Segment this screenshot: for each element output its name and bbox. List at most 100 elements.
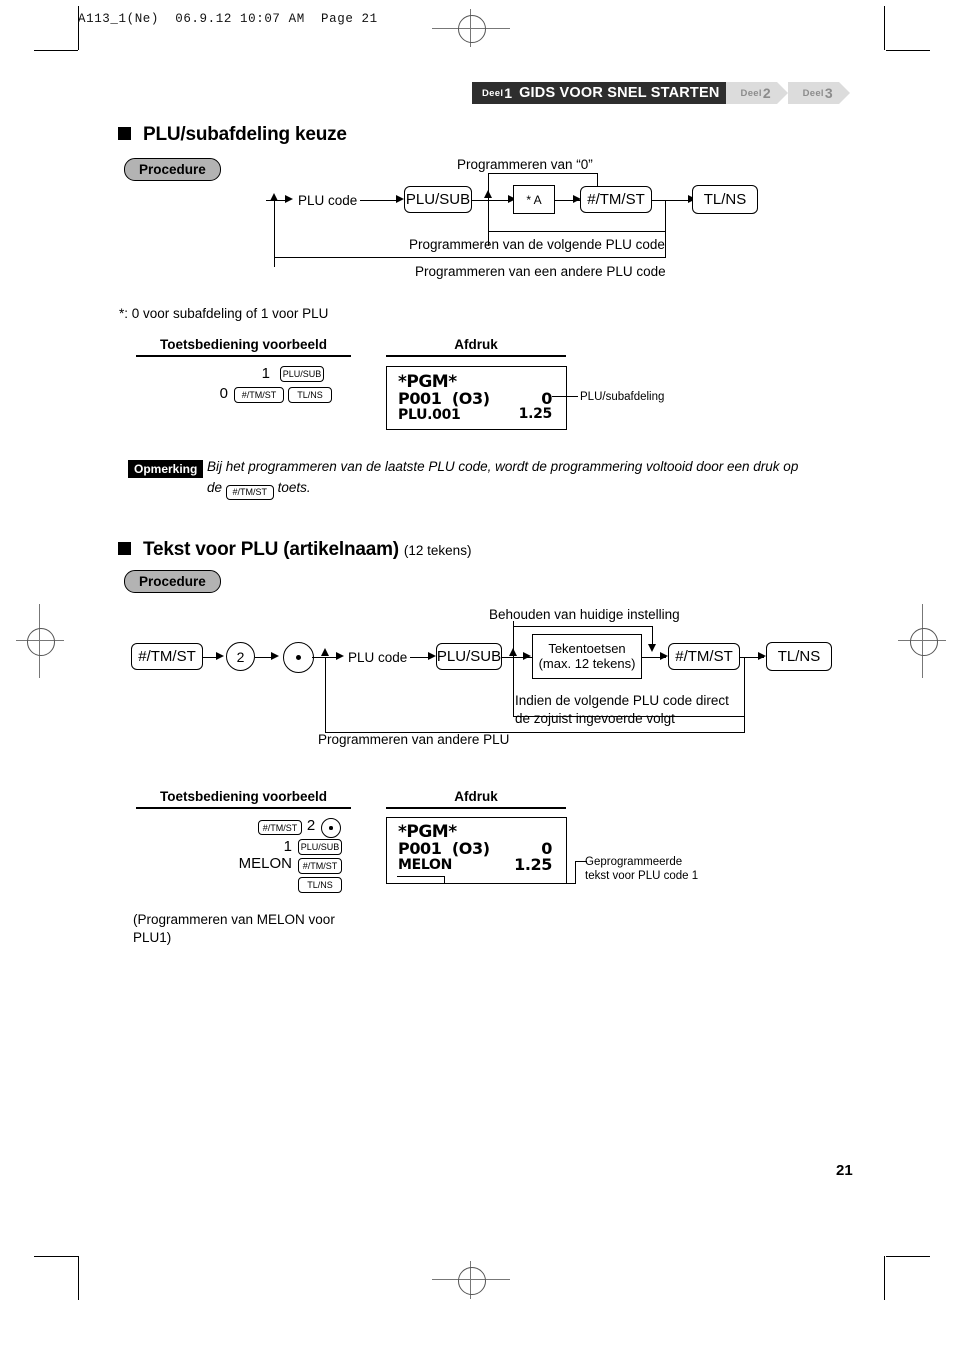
note-text-part3: toets. bbox=[277, 479, 311, 495]
diagram2-arrow-tmst-to-two bbox=[216, 652, 224, 660]
keyop2-row1-number: 2 bbox=[306, 817, 316, 834]
keyop2-row2-key-plusub[interactable]: PLU/SUB bbox=[298, 839, 342, 855]
crop-mark-top-right-vertical bbox=[884, 6, 886, 50]
keyop1-row2-key-tmst[interactable]: #/TM/ST bbox=[234, 387, 284, 403]
diagram2-bypass-horizontal bbox=[513, 626, 653, 628]
note-body: Bij het programmeren van de laatste PLU … bbox=[207, 457, 857, 501]
diagram2-line-two-to-dot bbox=[255, 656, 271, 658]
diagram2-bottomloop-arrow-up bbox=[321, 648, 329, 656]
banner-title: GIDS VOOR SNEL STARTEN bbox=[519, 85, 720, 101]
banner-deel-label: Deel bbox=[482, 87, 504, 99]
diagram1-loop-other-label: Programmeren van een andere PLU code bbox=[415, 264, 666, 279]
section2-bottom-note-line2: PLU1) bbox=[133, 930, 172, 945]
keyop1-row2-key-tlns[interactable]: TL/NS bbox=[288, 387, 332, 403]
diagram2-arrow-tmst2-to-tlns bbox=[758, 652, 766, 660]
section-bullet-icon-2 bbox=[118, 542, 131, 555]
crop-mark-bottom-left-vertical bbox=[78, 1256, 80, 1300]
diagram2-key-tmst-1[interactable]: #/TM/ST bbox=[131, 643, 203, 670]
banner-tab2-label: Deel bbox=[740, 87, 762, 99]
note-text-part1: Bij het programmeren van de laatste PLU … bbox=[207, 459, 799, 474]
diagram1-line-tmst-to-tlns bbox=[652, 199, 690, 201]
diagram1-loop-other-right-vertical bbox=[665, 232, 667, 258]
diagram2-plu-code-label: PLU code bbox=[348, 650, 408, 665]
diagram1-key-tlns[interactable]: TL/NS bbox=[692, 185, 758, 214]
diagram1-arrow-plu-to-plusub bbox=[396, 195, 404, 203]
crop-mark-bottom-right-horizontal bbox=[886, 1256, 930, 1258]
note-text-part2: de bbox=[207, 479, 223, 495]
diagram2-key-character-keys[interactable]: Tekentoetsen (max. 12 tekens) bbox=[532, 634, 642, 679]
diagram1-loop-next-right-vertical bbox=[665, 200, 667, 232]
page-banner: Deel 1 GIDS VOOR SNEL STARTEN Deel 2 Dee… bbox=[472, 82, 850, 104]
crop-mark-top-left-horizontal bbox=[34, 50, 78, 52]
crop-mark-bottom-right-vertical bbox=[884, 1256, 886, 1300]
keyop1-row1-key-plusub[interactable]: PLU/SUB bbox=[280, 366, 324, 382]
diagram2-midloop-right-vertical bbox=[744, 657, 746, 717]
receipt1-line3-left: PLU.001 bbox=[398, 407, 461, 423]
diagram1-key-star-a[interactable]: * A bbox=[513, 185, 555, 214]
keyop1-row1-number: 1 bbox=[261, 365, 270, 382]
diagram2-key-two[interactable]: 2 bbox=[226, 642, 255, 671]
section2-callout-line1: Geprogrammeerde bbox=[585, 856, 683, 868]
keyop2-row3-key-tmst[interactable]: #/TM/ST bbox=[298, 858, 342, 874]
diagram1-entry-line bbox=[266, 199, 286, 201]
receipt1-line2-left: P001 (O3) bbox=[398, 389, 490, 408]
diagram2-bypass-right-vertical bbox=[652, 626, 654, 645]
diagram2-charkeys-line1: Tekentoetsen bbox=[548, 640, 626, 656]
section2-bottom-note-line1: (Programmeren van MELON voor bbox=[133, 912, 335, 927]
banner-tab-deel2[interactable]: Deel 2 bbox=[725, 82, 788, 104]
diagram2-key-tlns[interactable]: TL/NS bbox=[766, 642, 832, 671]
diagram1-junction-arrow-up bbox=[484, 190, 492, 198]
diagram2-mid-label-line2: de zojuist ingevoerde volgt bbox=[515, 711, 675, 726]
banner-tab2-number: 2 bbox=[762, 85, 771, 101]
section1-procedure-pill: Procedure bbox=[124, 158, 221, 181]
keyop2-row1-decimal-key[interactable] bbox=[321, 818, 341, 838]
crop-mark-bottom-left-horizontal bbox=[34, 1256, 78, 1258]
crop-mark-top-right-horizontal bbox=[886, 50, 930, 52]
callout2-leader-vertical bbox=[575, 861, 577, 884]
diagram2-arrow-two-to-dot bbox=[271, 652, 279, 660]
section1-col-print-rule bbox=[386, 355, 566, 357]
diagram2-charkeys-line2: (max. 12 tekens) bbox=[538, 655, 636, 671]
diagram1-key-plusub[interactable]: PLU/SUB bbox=[404, 186, 472, 213]
diagram1-key-tmst[interactable]: #/TM/ST bbox=[580, 186, 652, 213]
file-header-text: A113_1(Ne) 06.9.12 10:07 AM Page 21 bbox=[78, 12, 378, 26]
keyop2-row4-key-tlns[interactable]: TL/NS bbox=[298, 877, 342, 893]
section1-col-print-header: Afdruk bbox=[454, 337, 498, 352]
diagram1-loop-next-horizontal bbox=[488, 231, 666, 233]
callout1-leader-line bbox=[552, 396, 578, 398]
section2-col-print-rule bbox=[386, 807, 566, 809]
receipt2-line2-left: P001 (O3) bbox=[398, 839, 490, 858]
banner-part-number: 1 bbox=[504, 85, 513, 101]
diagram2-arrow-chars-to-tmst bbox=[660, 652, 668, 660]
diagram2-top-label: Behouden van huidige instelling bbox=[489, 607, 680, 622]
section2-col-print-header: Afdruk bbox=[454, 789, 498, 804]
banner-tab3-number: 3 bbox=[824, 85, 833, 101]
diagram2-bottomloop-right-vertical bbox=[744, 717, 746, 733]
diagram1-top-label: Programmeren van “0” bbox=[457, 157, 593, 172]
section1-footnote: *: 0 voor subafdeling of 1 voor PLU bbox=[119, 306, 329, 321]
diagram2-top-label-leader bbox=[513, 621, 515, 627]
diagram2-bottomloop-junction-vertical bbox=[325, 657, 327, 733]
keyop2-row1-key-tmst[interactable]: #/TM/ST bbox=[258, 820, 302, 835]
diagram2-bypass-arrow-down bbox=[648, 644, 656, 652]
receipt2-melon-underline bbox=[397, 876, 445, 878]
receipt2-line3-left: MELON bbox=[398, 857, 453, 873]
diagram1-loop-other-horizontal bbox=[274, 257, 666, 259]
section2-col-keyop-rule bbox=[136, 807, 351, 809]
note-inline-key-tmst[interactable]: #/TM/ST bbox=[225, 485, 274, 501]
diagram1-plu-code-label: PLU code bbox=[298, 193, 358, 208]
section1-col-keyop-header: Toetsbediening voorbeeld bbox=[159, 337, 328, 352]
keyop2-row2-number: 1 bbox=[283, 838, 292, 855]
keyop2-row3-word: MELON bbox=[238, 855, 292, 872]
diagram2-key-plusub[interactable]: PLU/SUB bbox=[436, 643, 502, 670]
diagram1-entry-arrow bbox=[285, 195, 293, 203]
diagram2-key-decimal-point[interactable] bbox=[283, 642, 314, 673]
diagram2-bottom-label: Programmeren van andere PLU bbox=[318, 732, 510, 747]
section1-callout-text: PLU/subafdeling bbox=[580, 391, 665, 403]
banner-tab-deel3[interactable]: Deel 3 bbox=[787, 82, 850, 104]
diagram2-key-tmst-2[interactable]: #/TM/ST bbox=[668, 643, 740, 670]
section2-col-keyop-header: Toetsbediening voorbeeld bbox=[159, 789, 328, 804]
note-tag: Opmerking bbox=[128, 460, 204, 478]
section2-callout-line2: tekst voor PLU code 1 bbox=[585, 870, 699, 882]
diagram1-line-plusub-to-a bbox=[472, 199, 511, 201]
